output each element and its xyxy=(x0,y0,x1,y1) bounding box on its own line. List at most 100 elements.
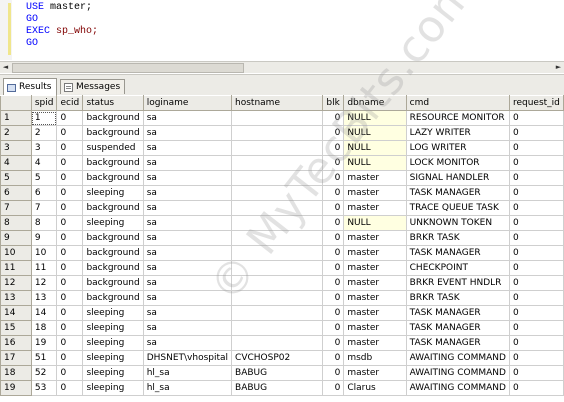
table-row[interactable]: 15 18 0 sleeping sa 0 master TASK MANAGER 0 xyxy=(0,320,564,336)
row-number[interactable]: 7 xyxy=(0,200,32,216)
cell-spid[interactable]: 1 xyxy=(31,110,58,126)
table-row[interactable]: 2 2 0 background sa 0 NULL LAZY WRITER 0 xyxy=(0,125,564,141)
cell-hostname[interactable] xyxy=(231,260,324,276)
cell-hostname[interactable] xyxy=(231,200,324,216)
cell-ecid[interactable]: 0 xyxy=(56,155,84,171)
row-number[interactable]: 4 xyxy=(0,155,32,171)
cell-status[interactable]: background xyxy=(82,230,144,246)
table-row[interactable]: 17 51 0 sleeping DHSNET\vhospital CVCHOSP02 0 m… xyxy=(0,350,564,366)
row-number[interactable]: 8 xyxy=(0,215,32,231)
cell-loginame[interactable]: sa xyxy=(143,245,233,261)
results-grid[interactable]: spid ecid status loginame hostname blk dbname c… xyxy=(0,95,564,402)
row-number[interactable]: 18 xyxy=(0,365,32,381)
cell-cmd[interactable]: LAZY WRITER xyxy=(406,125,510,141)
cell-dbname[interactable]: master xyxy=(343,230,407,246)
cell-request-id[interactable]: 0 xyxy=(509,155,564,171)
row-number[interactable]: 13 xyxy=(0,290,32,306)
column-header-blk[interactable]: blk xyxy=(322,95,345,111)
cell-status[interactable]: sleeping xyxy=(82,350,144,366)
table-row[interactable]: 4 4 0 background sa 0 NULL LOCK MONITOR 0 xyxy=(0,155,564,171)
cell-status[interactable]: sleeping xyxy=(82,320,144,336)
cell-ecid[interactable]: 0 xyxy=(56,380,84,396)
cell-blk[interactable]: 0 xyxy=(322,350,345,366)
table-row[interactable]: 6 6 0 sleeping sa 0 master TASK MANAGER 0 xyxy=(0,185,564,201)
cell-dbname[interactable]: master xyxy=(343,170,407,186)
row-number[interactable]: 2 xyxy=(0,125,32,141)
cell-dbname[interactable]: master xyxy=(343,335,407,351)
cell-blk[interactable]: 0 xyxy=(322,110,345,126)
cell-ecid[interactable]: 0 xyxy=(56,245,84,261)
cell-hostname[interactable] xyxy=(231,170,324,186)
row-number[interactable]: 11 xyxy=(0,260,32,276)
cell-request-id[interactable]: 0 xyxy=(509,170,564,186)
cell-ecid[interactable]: 0 xyxy=(56,110,84,126)
cell-cmd[interactable]: LOCK MONITOR xyxy=(406,155,510,171)
cell-spid[interactable]: 53 xyxy=(31,380,58,396)
cell-loginame[interactable]: hl_sa xyxy=(143,380,233,396)
cell-spid[interactable]: 2 xyxy=(31,125,58,141)
scroll-right-icon[interactable]: ► xyxy=(553,63,564,72)
cell-request-id[interactable]: 0 xyxy=(509,335,564,351)
cell-blk[interactable]: 0 xyxy=(322,260,345,276)
table-row[interactable]: 10 10 0 background sa 0 master TASK MANAGER 0 xyxy=(0,245,564,261)
cell-cmd[interactable]: TASK MANAGER xyxy=(406,305,510,321)
cell-dbname[interactable]: master xyxy=(343,245,407,261)
row-number[interactable]: 17 xyxy=(0,350,32,366)
table-row[interactable]: 16 19 0 sleeping sa 0 master TASK MANAGER 0 xyxy=(0,335,564,351)
cell-spid[interactable]: 8 xyxy=(31,215,58,231)
cell-loginame[interactable]: sa xyxy=(143,110,233,126)
column-header-spid[interactable]: spid xyxy=(30,95,58,111)
cell-cmd[interactable]: LOG WRITER xyxy=(406,140,510,156)
cell-cmd[interactable]: AWAITING COMMAND xyxy=(406,350,510,366)
cell-hostname[interactable]: CVCHOSP02 xyxy=(231,350,324,366)
cell-cmd[interactable]: BRKR TASK xyxy=(406,230,510,246)
cell-dbname[interactable]: NULL xyxy=(343,125,407,141)
cell-request-id[interactable]: 0 xyxy=(509,275,564,291)
cell-hostname[interactable] xyxy=(231,335,324,351)
table-row[interactable]: 7 7 0 background sa 0 master TRACE QUEUE TASK 0 xyxy=(0,200,564,216)
cell-request-id[interactable]: 0 xyxy=(509,365,564,381)
cell-request-id[interactable]: 0 xyxy=(509,260,564,276)
column-header-hostname[interactable]: hostname xyxy=(231,95,324,111)
cell-dbname[interactable]: NULL xyxy=(343,215,407,231)
cell-loginame[interactable]: sa xyxy=(143,335,233,351)
cell-blk[interactable]: 0 xyxy=(322,290,345,306)
cell-request-id[interactable]: 0 xyxy=(509,110,564,126)
cell-cmd[interactable]: RESOURCE MONITOR xyxy=(406,110,510,126)
cell-loginame[interactable]: sa xyxy=(143,140,233,156)
cell-status[interactable]: background xyxy=(82,245,144,261)
row-number[interactable]: 14 xyxy=(0,305,32,321)
cell-blk[interactable]: 0 xyxy=(322,320,345,336)
cell-dbname[interactable]: master xyxy=(343,320,407,336)
cell-blk[interactable]: 0 xyxy=(322,380,345,396)
tab-messages[interactable]: Messages xyxy=(60,79,126,94)
horizontal-scrollbar[interactable]: ◄ ► xyxy=(0,61,564,73)
cell-status[interactable]: sleeping xyxy=(82,215,144,231)
table-row[interactable]: 13 13 0 background sa 0 master BRKR TASK 0 xyxy=(0,290,564,306)
cell-status[interactable]: background xyxy=(82,125,144,141)
cell-blk[interactable]: 0 xyxy=(322,245,345,261)
cell-dbname[interactable]: NULL xyxy=(343,155,407,171)
cell-status[interactable]: sleeping xyxy=(82,365,144,381)
cell-cmd[interactable]: UNKNOWN TOKEN xyxy=(406,215,510,231)
cell-spid[interactable]: 13 xyxy=(31,290,58,306)
cell-dbname[interactable]: master xyxy=(343,305,407,321)
cell-loginame[interactable]: sa xyxy=(143,215,233,231)
cell-hostname[interactable] xyxy=(231,245,324,261)
table-row[interactable]: 3 3 0 suspended sa 0 NULL LOG WRITER 0 xyxy=(0,140,564,156)
column-header-status[interactable]: status xyxy=(82,95,144,111)
cell-blk[interactable]: 0 xyxy=(322,305,345,321)
cell-request-id[interactable]: 0 xyxy=(509,290,564,306)
cell-spid[interactable]: 7 xyxy=(31,200,58,216)
cell-spid[interactable]: 5 xyxy=(31,170,58,186)
cell-status[interactable]: background xyxy=(82,260,144,276)
row-number[interactable]: 1 xyxy=(0,110,32,126)
cell-spid[interactable]: 6 xyxy=(31,185,58,201)
cell-ecid[interactable]: 0 xyxy=(56,200,84,216)
cell-status[interactable]: sleeping xyxy=(82,380,144,396)
cell-hostname[interactable] xyxy=(231,125,324,141)
cell-dbname[interactable]: master xyxy=(343,290,407,306)
table-row[interactable]: 8 8 0 sleeping sa 0 NULL UNKNOWN TOKEN 0 xyxy=(0,215,564,231)
column-header-ecid[interactable]: ecid xyxy=(56,95,84,111)
column-header-loginame[interactable]: loginame xyxy=(142,95,233,111)
